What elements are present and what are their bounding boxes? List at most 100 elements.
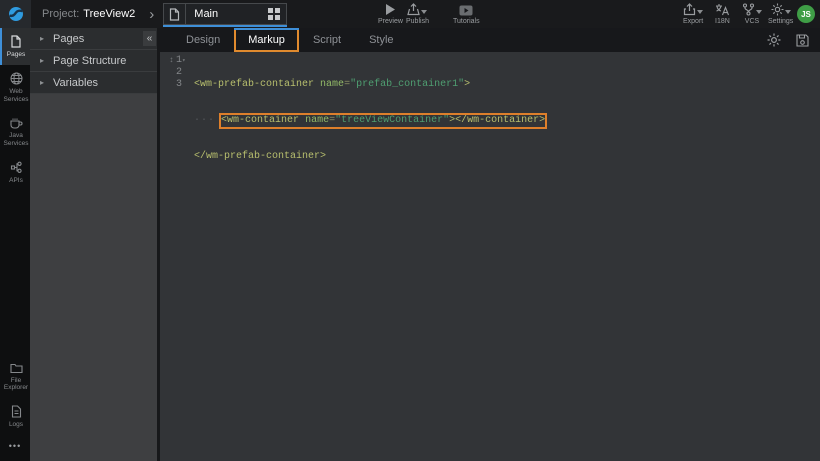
tab-script[interactable]: Script	[299, 28, 355, 52]
expand-arrow-icon: ▸	[40, 56, 44, 65]
panel-section-page-structure[interactable]: ▸ Page Structure	[30, 50, 157, 72]
code-line-1[interactable]: <wm-prefab-container name="prefab_contai…	[194, 79, 820, 91]
panel-section-label: Page Structure	[53, 55, 126, 67]
sidebar-item-apis[interactable]: APIs	[0, 154, 30, 191]
tab-style[interactable]: Style	[355, 28, 407, 52]
attr-name: name	[320, 79, 344, 91]
vcs-caret-icon	[756, 10, 762, 14]
sidebar-spacer	[0, 191, 30, 356]
settings-label: Settings	[768, 18, 793, 25]
sidebar-item-label: APIs	[9, 177, 23, 185]
expand-arrow-icon: ▸	[40, 78, 44, 87]
panel-section-label: Pages	[53, 33, 84, 45]
logs-document-icon	[11, 405, 22, 418]
save-icon[interactable]	[796, 34, 809, 47]
markup-code-editor[interactable]: ↕ 1 ▾ 2 3 <wm-prefab-container name="pre…	[160, 52, 820, 461]
project-name: TreeView2	[83, 8, 135, 20]
wavemaker-logo-icon	[8, 6, 24, 22]
publish-label: Publish	[406, 18, 429, 25]
vcs-label: VCS	[745, 18, 759, 25]
sidebar-item-file-explorer[interactable]: File Explorer	[0, 356, 30, 399]
translate-icon	[715, 3, 729, 16]
publish-upload-icon	[407, 3, 420, 16]
attr-value: "prefab_container1"	[350, 79, 464, 91]
sidebar-item-label: Logs	[9, 421, 23, 429]
preview-button[interactable]: Preview	[378, 3, 403, 25]
page-tab-label: Main	[194, 8, 268, 20]
page-tab-main[interactable]: Main	[163, 3, 287, 25]
panel-editor-divider[interactable]	[157, 28, 160, 461]
editor-settings-gear-icon[interactable]	[767, 33, 781, 47]
gutter-line-2[interactable]: 2	[160, 67, 190, 79]
gutter-line-1[interactable]: ↕ 1 ▾	[160, 55, 190, 67]
folder-icon	[10, 363, 23, 374]
sidebar-item-label: Java Services	[3, 132, 29, 148]
tag-close: ></wm-container>	[449, 115, 545, 126]
grid-view-icon[interactable]	[268, 8, 280, 20]
export-icon	[683, 3, 696, 16]
indent-dots: ···	[194, 115, 215, 127]
closing-tag: </wm-prefab-container>	[194, 151, 326, 163]
tab-markup[interactable]: Markup	[234, 28, 299, 52]
fold-arrow-icon[interactable]: ▾	[182, 55, 188, 67]
export-caret-icon	[697, 10, 703, 14]
breadcrumb-chevron-icon: ›	[149, 7, 154, 22]
settings-button[interactable]: Settings	[768, 3, 793, 25]
gear-icon	[771, 3, 784, 16]
top-header: Project:TreeView2 › Main Preview Publish…	[0, 0, 820, 28]
vcs-button[interactable]: VCS	[742, 3, 762, 25]
line-number: 2	[176, 67, 182, 79]
sidebar-item-label: File Explorer	[3, 377, 29, 393]
export-button[interactable]: Export	[683, 3, 703, 25]
attr-value: "treeViewContainer"	[335, 115, 449, 126]
sidebar-item-web-services[interactable]: Web Services	[0, 65, 30, 110]
tag-open: <wm-prefab-container	[194, 79, 314, 91]
pages-panel: ▸ Pages ▸ Page Structure ▸ Variables «	[30, 28, 157, 461]
gutter-annotation-icon: ↕	[169, 55, 174, 67]
settings-caret-icon	[785, 10, 791, 14]
panel-section-variables[interactable]: ▸ Variables	[30, 72, 157, 94]
sidebar-item-pages[interactable]: Pages	[0, 28, 30, 65]
sidebar-item-label: Pages	[7, 51, 25, 59]
api-connector-icon	[10, 161, 23, 174]
panel-collapse-button[interactable]: «	[143, 31, 156, 46]
tutorials-button[interactable]: Tutorials	[453, 3, 480, 25]
code-line-3[interactable]: </wm-prefab-container>	[194, 151, 820, 163]
publish-button[interactable]: Publish	[406, 3, 429, 25]
gutter-line-3[interactable]: 3	[160, 79, 190, 91]
page-icon	[164, 4, 186, 24]
sidebar-item-logs[interactable]: Logs	[0, 398, 30, 435]
video-icon	[459, 3, 473, 16]
branch-icon	[742, 3, 755, 16]
tag-close: >	[464, 79, 470, 91]
editor-gutter: ↕ 1 ▾ 2 3	[160, 55, 190, 461]
sidebar-more-button[interactable]: •••	[0, 435, 30, 461]
i18n-button[interactable]: I18N	[715, 3, 730, 25]
tutorials-label: Tutorials	[453, 18, 480, 25]
app-logo[interactable]	[0, 0, 31, 28]
tab-design[interactable]: Design	[172, 28, 234, 52]
user-avatar[interactable]: JS	[797, 5, 815, 23]
line-number: 3	[176, 79, 182, 91]
expand-arrow-icon: ▸	[40, 34, 44, 43]
panel-section-pages[interactable]: ▸ Pages	[30, 28, 157, 50]
editor-tabbar: Design Markup Script Style	[160, 28, 820, 52]
export-label: Export	[683, 18, 703, 25]
sidebar-item-label: Web Services	[3, 88, 29, 104]
panel-section-label: Variables	[53, 77, 98, 89]
editor-region: Design Markup Script Style ↕ 1 ▾ 2	[160, 28, 820, 461]
play-icon	[384, 3, 396, 16]
attr-name: name	[305, 115, 329, 126]
coffee-cup-icon	[9, 116, 23, 129]
left-icon-sidebar: Pages Web Services Java Services APIs Fi…	[0, 28, 30, 461]
highlighted-code-selection[interactable]: <wm-container name="treeViewContainer"><…	[221, 115, 545, 127]
code-content[interactable]: <wm-prefab-container name="prefab_contai…	[190, 55, 820, 461]
pages-icon	[10, 35, 22, 48]
sidebar-item-java-services[interactable]: Java Services	[0, 109, 30, 154]
globe-icon	[10, 72, 23, 85]
preview-label: Preview	[378, 18, 403, 25]
project-breadcrumb: Project:TreeView2	[42, 8, 135, 20]
code-line-2[interactable]: ··· <wm-container name="treeViewContaine…	[194, 115, 820, 127]
tag-open: <wm-container	[221, 115, 299, 126]
i18n-label: I18N	[715, 18, 730, 25]
